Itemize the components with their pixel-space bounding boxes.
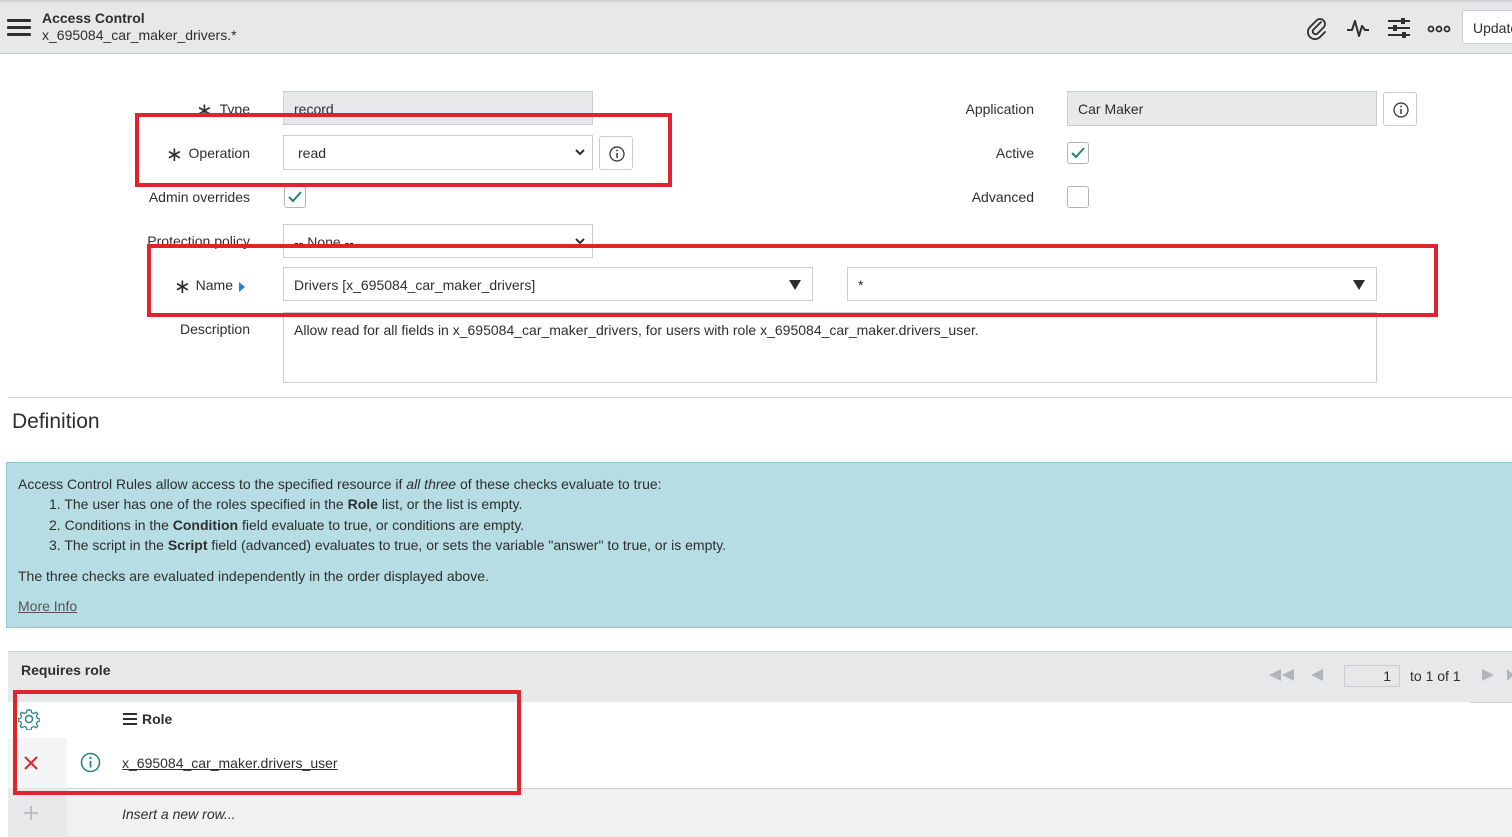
name-field-select[interactable]: *: [847, 267, 1377, 301]
active-checkbox[interactable]: [1067, 142, 1089, 164]
description-textarea[interactable]: Allow read for all fields in x_695084_ca…: [283, 312, 1377, 383]
insert-new-row[interactable]: Insert a new row...: [122, 806, 236, 822]
next-page-icon[interactable]: [1481, 668, 1495, 682]
type-field: record: [283, 91, 593, 125]
info-icon: [1393, 102, 1409, 118]
definition-item-2: 2. Conditions in the Condition field eva…: [49, 517, 525, 533]
operation-info-button[interactable]: [599, 136, 633, 170]
hamburger-menu-icon[interactable]: [7, 17, 31, 37]
protection-policy-label: Protection policy: [147, 233, 250, 249]
active-label: Active: [995, 145, 1034, 161]
chevron-down-icon: [575, 238, 585, 245]
header-top-strip: [0, 0, 1512, 2]
info-icon: [609, 146, 625, 162]
role-link[interactable]: x_695084_car_maker.drivers_user: [122, 755, 338, 771]
related-list-title: Requires role: [21, 662, 111, 678]
update-button[interactable]: Update: [1462, 10, 1512, 44]
table-header: [8, 702, 1470, 739]
chevron-down-icon: [575, 149, 585, 156]
definition-heading: Definition: [12, 410, 100, 433]
advanced-label: Advanced: [971, 189, 1034, 205]
activity-pulse-icon[interactable]: [1346, 16, 1370, 40]
admin-overrides-label: Admin overrides: [148, 189, 250, 205]
delete-x-icon[interactable]: [24, 756, 38, 770]
more-info-link[interactable]: More Info: [18, 598, 77, 614]
definition-note: The three checks are evaluated independe…: [18, 568, 489, 584]
check-icon: [1071, 147, 1085, 159]
check-icon: [288, 191, 302, 203]
expand-arrow-icon[interactable]: [238, 281, 246, 293]
info-icon[interactable]: [80, 752, 101, 773]
more-options-icon[interactable]: [1427, 16, 1451, 40]
admin-overrides-checkbox[interactable]: [284, 186, 306, 208]
previous-page-icon[interactable]: [1310, 668, 1324, 682]
operation-label: Operation: [188, 145, 250, 161]
name-field-value: *: [858, 277, 864, 293]
protection-policy-value: -- None --: [294, 234, 354, 250]
definition-item-3: 3. The script in the Script field (advan…: [49, 537, 727, 553]
operation-select[interactable]: read: [283, 135, 593, 170]
dropdown-triangle-icon: [1353, 280, 1365, 290]
role-column-header[interactable]: Role: [142, 711, 172, 727]
description-label: Description: [179, 321, 250, 337]
definition-info-panel: Access Control Rules allow access to the…: [6, 462, 1512, 628]
settings-sliders-icon[interactable]: [1387, 16, 1411, 40]
protection-policy-select[interactable]: -- None --: [283, 224, 593, 258]
definition-item-1: 1. The user has one of the roles specifi…: [49, 496, 523, 512]
application-field: Car Maker: [1067, 91, 1377, 126]
paperclip-icon[interactable]: [1305, 16, 1329, 40]
application-info-button[interactable]: [1383, 92, 1417, 126]
dropdown-triangle-icon: [789, 280, 801, 290]
application-label: Application: [965, 101, 1035, 117]
definition-intro: Access Control Rules allow access to the…: [18, 476, 662, 492]
name-label: Name: [195, 277, 233, 293]
form-subtitle: x_695084_car_maker_drivers.*: [42, 27, 237, 43]
column-menu-icon[interactable]: [123, 713, 137, 725]
plus-icon[interactable]: [24, 806, 38, 820]
last-page-icon[interactable]: [1506, 668, 1512, 682]
advanced-checkbox[interactable]: [1067, 186, 1089, 208]
section-divider: [8, 397, 1512, 398]
form-title: Access Control: [42, 10, 145, 26]
pager-range: to 1 of 1: [1410, 668, 1461, 684]
first-page-icon[interactable]: [1268, 668, 1296, 682]
page-number-input[interactable]: 1: [1344, 665, 1400, 687]
operation-value: read: [298, 145, 327, 161]
gear-icon[interactable]: [18, 708, 40, 730]
name-table-select[interactable]: Drivers [x_695084_car_maker_drivers]: [283, 267, 813, 301]
type-label: Type: [219, 101, 250, 117]
name-table-value: Drivers [x_695084_car_maker_drivers]: [294, 277, 536, 293]
